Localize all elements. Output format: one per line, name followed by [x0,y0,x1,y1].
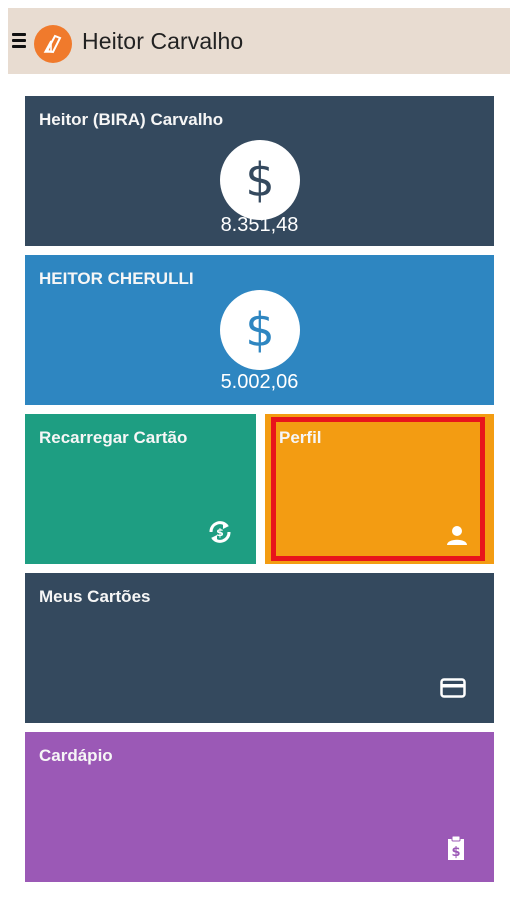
card-holder-name: Heitor (BIRA) Carvalho [39,110,224,129]
recharge-card-tile[interactable]: Recarregar Cartão $ [25,414,256,564]
user-icon [446,524,468,551]
page-title: Heitor Carvalho [82,28,244,54]
menu-clipboard-icon: $ [445,834,467,867]
tile-label: Meus Cartões [39,587,151,606]
menu-tile[interactable]: Cardápio $ [25,732,494,882]
dollar-sign-icon: $ [220,140,300,220]
profile-tile[interactable]: Perfil [265,414,494,564]
tile-label: Recarregar Cartão [39,428,188,447]
my-cards-tile[interactable]: Meus Cartões [25,573,494,723]
card-balance: 5.002,06 [220,371,299,393]
hamburger-menu-icon[interactable] [10,30,30,52]
svg-text:$: $ [216,526,224,539]
card-holder-name: HEITOR CHERULLI [39,269,194,288]
card-balance: 8.351,48 [220,214,299,236]
card-balance-tile[interactable]: HEITOR CHERULLI $ 5.002,06 [25,255,494,405]
card-balance-tile[interactable]: Heitor (BIRA) Carvalho $ 8.351,48 [25,96,494,246]
tile-label: Perfil [279,428,322,447]
tile-label: Cardápio [39,746,113,765]
app-header: Heitor Carvalho [8,8,510,74]
svg-text:$: $ [451,845,460,860]
app-frame: Heitor Carvalho Heitor (BIRA) Carvalho $… [8,8,510,907]
credit-card-icon [440,677,466,704]
app-logo-icon [34,25,72,63]
dollar-sign-icon: $ [220,290,300,370]
recharge-icon: $ [206,518,234,551]
